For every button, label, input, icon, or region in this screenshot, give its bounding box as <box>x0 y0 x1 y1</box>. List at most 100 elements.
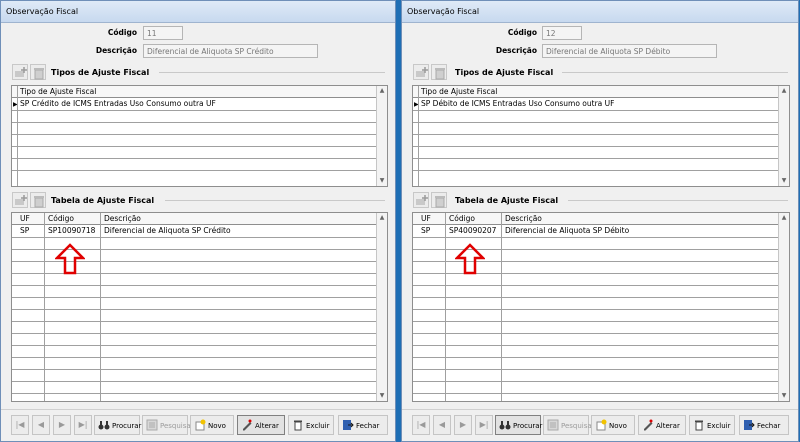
alterar-button[interactable]: Alterar <box>638 415 686 435</box>
add-row-icon <box>416 195 428 205</box>
scroll-down-icon[interactable]: ▼ <box>779 391 789 401</box>
row-uf[interactable]: SP <box>18 225 31 237</box>
vertical-scrollbar[interactable]: ▲ ▼ <box>376 86 387 186</box>
fechar-button[interactable]: Fechar <box>739 415 789 435</box>
trash-icon <box>34 68 44 80</box>
codigo-field[interactable]: 11 <box>143 26 183 40</box>
scroll-up-icon[interactable]: ▲ <box>377 86 387 96</box>
descricao-field[interactable]: Diferencial de Aliquota SP Crédito <box>143 44 318 58</box>
delete-tipo-button[interactable] <box>431 64 447 80</box>
procurar-button[interactable]: Procurar <box>495 415 542 435</box>
tabela-grid[interactable]: UF Código Descrição SP SP40090207 Difere… <box>412 212 790 402</box>
add-tabela-button[interactable] <box>413 192 429 208</box>
row-descricao[interactable]: Diferencial de Aliquota SP Crédito <box>102 225 233 237</box>
scroll-up-icon[interactable]: ▲ <box>779 86 789 96</box>
tipos-row-cell[interactable]: SP Crédito de ICMS Entradas Uso Consumo … <box>18 98 218 110</box>
row-uf[interactable]: SP <box>419 225 432 237</box>
trash-icon <box>294 420 302 431</box>
row-line <box>413 285 779 286</box>
row-line <box>12 381 377 382</box>
pesquisa-label: Pesquisa <box>561 422 592 430</box>
vertical-scrollbar[interactable]: ▲ ▼ <box>778 86 789 186</box>
bottom-toolbar: |◀ ◀ ▶ ▶| Procurar Pesquisa Novo Alterar… <box>1 409 395 439</box>
pesquisa-button[interactable]: Pesquisa <box>142 415 191 435</box>
fechar-label: Fechar <box>757 422 781 430</box>
row-codigo[interactable]: SP10090718 <box>46 225 97 237</box>
prev-record-icon: ◀ <box>438 420 446 429</box>
row-line <box>413 357 779 358</box>
descricao-field[interactable]: Diferencial de Aliquota SP Débito <box>542 44 717 58</box>
header-codigo: Código <box>48 214 75 223</box>
edit-pencil-icon <box>243 419 252 431</box>
tipos-section-bar: Tipos de Ajuste Fiscal <box>410 64 792 82</box>
add-tipo-button[interactable] <box>413 64 429 80</box>
row-line <box>12 134 377 135</box>
window-titlebar: Observação Fiscal <box>1 1 395 23</box>
fechar-button[interactable]: Fechar <box>338 415 388 435</box>
excluir-button[interactable]: Excluir <box>288 415 334 435</box>
edit-pencil-icon <box>644 419 653 431</box>
row-descricao[interactable]: Diferencial de Aliquota SP Débito <box>503 225 631 237</box>
tipos-section-title: Tipos de Ajuste Fiscal <box>51 68 150 77</box>
tipos-row-cell[interactable]: SP Débito de ICMS Entradas Uso Consumo o… <box>419 98 616 110</box>
row-line <box>413 381 779 382</box>
highlight-arrow-icon <box>455 243 485 275</box>
vertical-scrollbar[interactable]: ▲ ▼ <box>778 213 789 401</box>
scroll-up-icon[interactable]: ▲ <box>377 213 387 223</box>
new-document-icon <box>195 419 206 431</box>
codigo-field[interactable]: 12 <box>542 26 582 40</box>
alterar-button[interactable]: Alterar <box>237 415 285 435</box>
row-line <box>12 297 377 298</box>
tabela-section-bar: Tabela de Ajuste Fiscal <box>9 192 389 210</box>
vertical-scrollbar[interactable]: ▲ ▼ <box>376 213 387 401</box>
scroll-up-icon[interactable]: ▲ <box>779 213 789 223</box>
new-document-icon <box>596 419 607 431</box>
scroll-down-icon[interactable]: ▼ <box>779 176 789 186</box>
scroll-down-icon[interactable]: ▼ <box>377 176 387 186</box>
last-record-icon: ▶| <box>479 420 489 429</box>
binoculars-icon <box>98 421 110 430</box>
tipos-header-cell: Tipo de Ajuste Fiscal <box>421 87 498 96</box>
first-record-button[interactable]: |◀ <box>11 415 29 435</box>
delete-tabela-button[interactable] <box>30 192 46 208</box>
excluir-button[interactable]: Excluir <box>689 415 735 435</box>
next-record-button[interactable]: ▶ <box>454 415 472 435</box>
header-uf: UF <box>421 214 431 223</box>
prev-record-icon: ◀ <box>37 420 45 429</box>
row-codigo[interactable]: SP40090207 <box>447 225 498 237</box>
tabela-section-title: Tabela de Ajuste Fiscal <box>455 196 559 205</box>
next-record-icon: ▶ <box>58 420 66 429</box>
tipos-header-cell: Tipo de Ajuste Fiscal <box>20 87 97 96</box>
tabela-section-title: Tabela de Ajuste Fiscal <box>51 196 155 205</box>
first-record-button[interactable]: |◀ <box>412 415 430 435</box>
delete-tabela-button[interactable] <box>431 192 447 208</box>
row-line <box>413 345 779 346</box>
trash-icon <box>435 196 445 208</box>
prev-record-button[interactable]: ◀ <box>32 415 50 435</box>
delete-tipo-button[interactable] <box>30 64 46 80</box>
tabela-grid[interactable]: UF Código Descrição SP SP10090718 Difere… <box>11 212 388 402</box>
tipos-grid[interactable]: Tipo de Ajuste Fiscal ▶ SP Débito de ICM… <box>412 85 790 187</box>
grid-header: Tipo de Ajuste Fiscal <box>413 86 779 98</box>
pesquisa-button[interactable]: Pesquisa <box>543 415 592 435</box>
add-tabela-button[interactable] <box>12 192 28 208</box>
row-line <box>12 285 377 286</box>
next-record-button[interactable]: ▶ <box>53 415 71 435</box>
exit-door-icon <box>744 420 755 430</box>
add-tipo-button[interactable] <box>12 64 28 80</box>
col-line <box>100 213 101 401</box>
excluir-label: Excluir <box>707 422 731 430</box>
add-row-icon <box>15 195 27 205</box>
last-record-button[interactable]: ▶| <box>475 415 493 435</box>
procurar-button[interactable]: Procurar <box>94 415 142 435</box>
novo-button[interactable]: Novo <box>190 415 234 435</box>
last-record-button[interactable]: ▶| <box>74 415 92 435</box>
scroll-down-icon[interactable]: ▼ <box>377 391 387 401</box>
row-line <box>413 321 779 322</box>
tipos-grid[interactable]: Tipo de Ajuste Fiscal ▶ SP Crédito de IC… <box>11 85 388 187</box>
novo-button[interactable]: Novo <box>591 415 635 435</box>
indicator-col-line <box>418 86 419 186</box>
header-uf: UF <box>20 214 30 223</box>
prev-record-button[interactable]: ◀ <box>433 415 451 435</box>
procurar-label: Procurar <box>112 422 142 430</box>
